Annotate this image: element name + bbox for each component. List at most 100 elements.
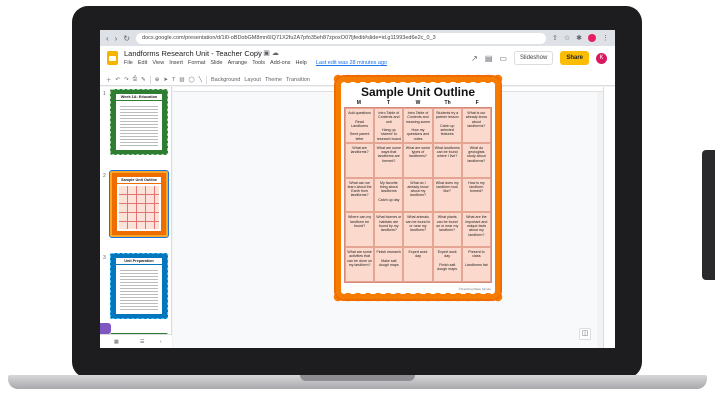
menu-slide[interactable]: Slide	[210, 60, 222, 66]
outline-cell[interactable]: What plants can be found on or near my l…	[432, 212, 462, 248]
slide-footer: ©Teaching Made Simple	[458, 287, 491, 291]
thumbnail-body	[116, 265, 162, 314]
extension-puzzle-icon[interactable]: ✱	[576, 34, 582, 42]
textbox-icon[interactable]: T	[172, 77, 175, 83]
outline-cell[interactable]: What biomes or habitats are found by my …	[374, 212, 404, 248]
layout-button[interactable]: Layout	[244, 77, 261, 83]
slide-content: Sample Unit Outline M T W Th F Add quest…	[342, 83, 494, 293]
explore-icon[interactable]: ◫	[579, 328, 591, 340]
slide-number: 1	[103, 91, 106, 97]
avatar[interactable]: K	[596, 52, 607, 64]
slides-logo-icon[interactable]	[107, 51, 118, 65]
slide-filmstrip: 1 Week 1A: Education 2 Sample Unit Outli…	[100, 87, 172, 348]
side-panel-rail	[603, 87, 615, 348]
outline-cell[interactable]: What does my landform look like?	[432, 177, 462, 213]
slide-title[interactable]: Sample Unit Outline	[342, 85, 494, 99]
image-icon[interactable]: ▨	[179, 77, 184, 83]
select-icon[interactable]: ➤	[163, 77, 168, 83]
menu-arrange[interactable]: Arrange	[228, 60, 248, 66]
meet-icon[interactable]: ▭	[499, 54, 507, 63]
document-title[interactable]: Landforms Research Unit - Teacher Copy	[124, 49, 262, 58]
outline-cell[interactable]: Present to class Landforms fair	[461, 247, 491, 282]
outline-cell[interactable]: What landforms can be found where I live…	[432, 142, 462, 178]
comments-icon[interactable]: ▤	[485, 54, 493, 63]
share-button[interactable]: Share	[560, 51, 589, 65]
outline-cell[interactable]: How is my landform formed?	[461, 177, 491, 213]
background-button[interactable]: Background	[211, 77, 240, 83]
star-icon[interactable]: ☆	[255, 50, 261, 57]
profile-icon[interactable]	[588, 34, 596, 42]
slide-number: 3	[103, 255, 106, 261]
move-folder-icon[interactable]: ▣	[263, 50, 270, 57]
address-bar[interactable]: docs.google.com/presentation/d/1l0-oBDob…	[136, 32, 546, 44]
zoom-icon[interactable]: ⊕	[155, 77, 160, 83]
line-icon[interactable]: ╲	[199, 77, 202, 83]
slide-number: 2	[103, 173, 106, 179]
outline-cell[interactable]: What are some types of landforms?	[403, 142, 433, 178]
menu-view[interactable]: View	[152, 60, 164, 66]
list-view-icon[interactable]: ☰	[140, 339, 144, 345]
outline-cell[interactable]: Add questions Read Landforms Send parent…	[345, 108, 375, 143]
back-icon[interactable]: ‹	[106, 34, 109, 43]
last-edit-link[interactable]: Last edit was 28 minutes ago	[316, 60, 387, 66]
outline-cell[interactable]: Students try a partner lesson Catch up s…	[432, 108, 462, 143]
outline-cell[interactable]: Expert work day	[403, 247, 433, 282]
menu-tools[interactable]: Tools	[252, 60, 265, 66]
forward-icon[interactable]: ›	[115, 34, 118, 43]
menu-addons[interactable]: Add-ons	[270, 60, 291, 66]
outline-cell[interactable]: What are some activities that can be don…	[345, 247, 375, 282]
day-header: Th	[444, 100, 451, 106]
outline-cell[interactable]: What do I already know about my landform…	[403, 177, 433, 213]
explore-fab-icon[interactable]	[100, 323, 111, 334]
laptop-screen: ‹ › ↻ docs.google.com/presentation/d/1l0…	[100, 30, 615, 348]
outline-cell[interactable]: What animals can be found in or near my …	[403, 212, 433, 248]
outline-cell[interactable]: My favorite thing about landforms Catch …	[374, 177, 404, 213]
menu-file[interactable]: File	[124, 60, 133, 66]
day-header: W	[415, 100, 421, 106]
day-header: F	[475, 100, 479, 106]
thumbnail-title: Sample Unit Outline	[117, 177, 161, 183]
transition-button[interactable]: Transition	[286, 77, 310, 83]
print-icon[interactable]: ⎙	[133, 76, 137, 83]
outline-cell[interactable]: What are landforms?	[345, 142, 375, 178]
thumbnail-body	[117, 184, 161, 231]
more-icon[interactable]: ⋮	[602, 34, 609, 42]
menu-format[interactable]: Format	[188, 60, 205, 66]
outline-cell[interactable]: What can we learn about the Earth from l…	[345, 177, 375, 213]
outline-cell[interactable]: Expert work day Finish salt dough maps	[432, 247, 462, 282]
grid-view-icon[interactable]: ▦	[114, 339, 119, 345]
activity-icon[interactable]: ↗	[471, 54, 478, 63]
shape-icon[interactable]: ◯	[189, 77, 195, 83]
menu-insert[interactable]: Insert	[169, 60, 183, 66]
outline-cell[interactable]: Finish research Make salt dough maps	[374, 247, 404, 282]
menu-help[interactable]: Help	[296, 60, 307, 66]
undo-icon[interactable]: ↶	[116, 77, 121, 83]
slide-thumbnail-1[interactable]: Week 1A: Education	[110, 89, 168, 155]
paint-format-icon[interactable]: ✎	[141, 77, 146, 83]
browser-toolbar: ‹ › ↻ docs.google.com/presentation/d/1l0…	[100, 30, 615, 46]
theme-button[interactable]: Theme	[265, 77, 282, 83]
day-headers: M T W Th F	[344, 100, 492, 106]
outline-cell[interactable]: What are the important and unique facts …	[461, 212, 491, 248]
unit-outline-table[interactable]: Add questions Read Landforms Send parent…	[344, 107, 492, 283]
outline-cell[interactable]: Intro Table of Contents and unit Hang up…	[374, 108, 404, 143]
outline-cell[interactable]: Intro Table of Contents and meaning scen…	[403, 108, 433, 143]
share-page-icon[interactable]: ⇪	[552, 34, 558, 42]
app-header: Landforms Research Unit - Teacher Copy ☆…	[100, 46, 615, 74]
collapse-icon[interactable]: ‹	[160, 339, 162, 345]
outline-cell[interactable]: Where can my landform be found?	[345, 212, 375, 248]
menu-edit[interactable]: Edit	[138, 60, 147, 66]
outline-cell[interactable]: What do geologists study about landforms…	[461, 142, 491, 178]
slide-thumbnail-3[interactable]: Unit Preparation	[110, 253, 168, 319]
reload-icon[interactable]: ↻	[123, 34, 130, 43]
redo-icon[interactable]: ↷	[124, 77, 129, 83]
outline-cell[interactable]: What are some ways that landforms are fo…	[374, 142, 404, 178]
toolbar-divider	[149, 75, 151, 84]
thumbnail-body	[116, 101, 162, 150]
new-slide-icon[interactable]: ＋	[106, 76, 112, 84]
current-slide[interactable]: Sample Unit Outline M T W Th F Add quest…	[333, 74, 503, 302]
slide-thumbnail-2[interactable]: Sample Unit Outline	[109, 170, 169, 238]
outline-cell[interactable]: What is our already know about landforms…	[461, 108, 491, 143]
slideshow-button[interactable]: Slideshow	[513, 51, 554, 65]
bookmark-star-icon[interactable]: ☆	[564, 34, 570, 42]
